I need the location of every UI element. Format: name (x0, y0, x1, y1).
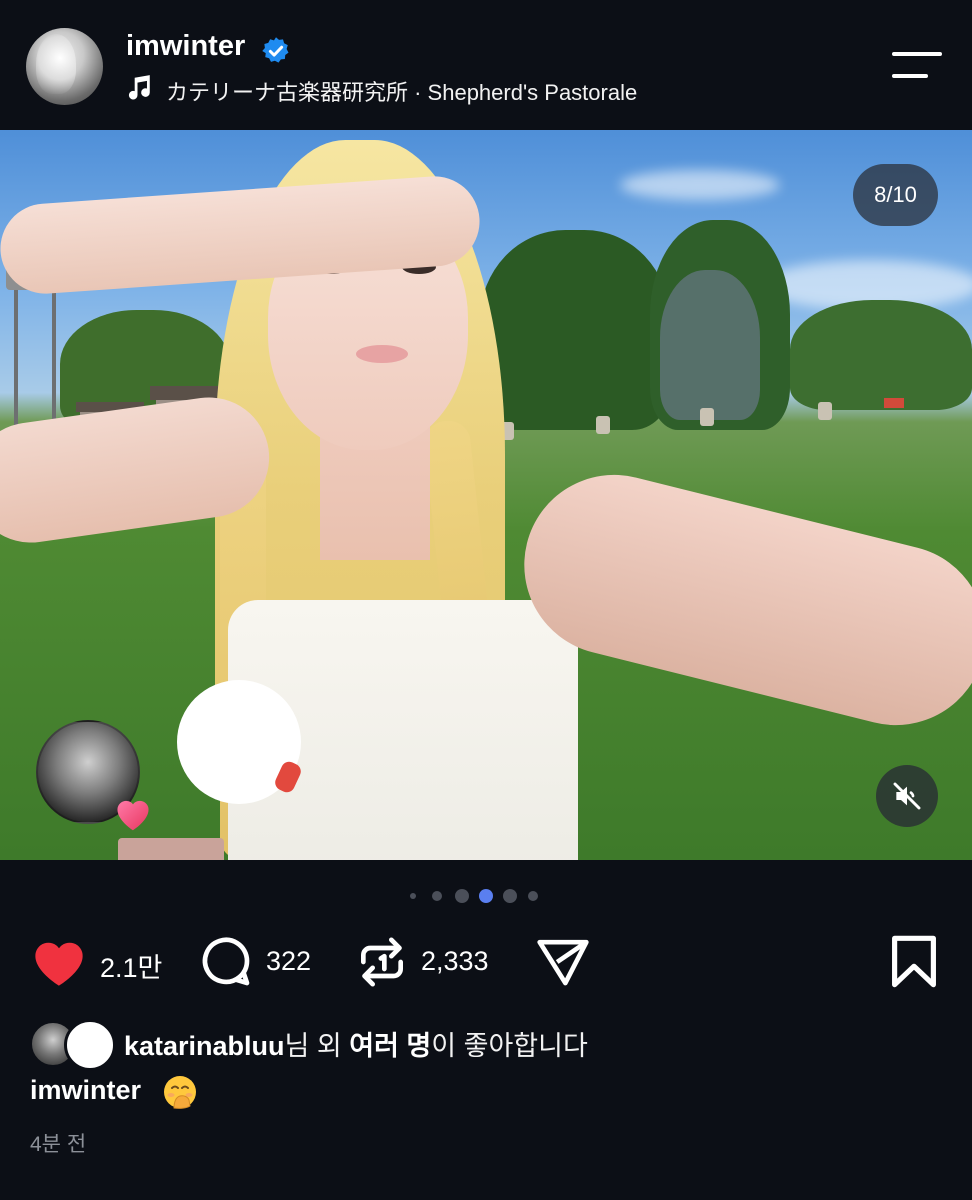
menu-line-icon (892, 52, 942, 56)
liked-by-summary[interactable]: katarinabluu님 외 여러 명이 좋아합니다 (124, 1024, 588, 1063)
carousel-dot (432, 891, 442, 901)
carousel-dot-active (479, 889, 493, 903)
repost-count[interactable]: 2,333 (421, 946, 489, 977)
barrel (818, 402, 832, 420)
menu-line-icon (892, 74, 928, 78)
carousel-dot (503, 889, 517, 903)
carousel-dot (455, 889, 469, 903)
tree (660, 270, 760, 420)
bookmark-button[interactable] (888, 934, 940, 990)
post-timestamp: 4분 전 (30, 1133, 87, 1156)
heart-icon (117, 800, 149, 831)
hand-over-mouth-emoji-icon (164, 1076, 196, 1109)
mute-icon (893, 782, 921, 810)
cloud (620, 170, 780, 200)
tree (480, 230, 670, 430)
comment-count[interactable]: 322 (266, 946, 311, 977)
share-button[interactable] (534, 934, 592, 990)
caption-username[interactable]: imwinter (30, 1075, 141, 1106)
carousel-counter: 8/10 (853, 164, 938, 226)
liked-by-middle: 님 외 (284, 1031, 350, 1061)
post-username[interactable]: imwinter (126, 30, 245, 63)
barrel (700, 408, 714, 426)
liked-by-user[interactable]: katarinabluu (124, 1031, 285, 1061)
comment-button[interactable] (198, 934, 254, 990)
carousel-dot (528, 891, 538, 901)
mute-button[interactable] (876, 765, 938, 827)
post-photo[interactable]: 8/10 (0, 130, 972, 860)
carousel-dots (0, 888, 972, 904)
tree (790, 300, 972, 410)
liked-by-others[interactable]: 여러 명 (349, 1031, 431, 1061)
person-mouth (356, 345, 408, 363)
verified-badge-icon (262, 37, 289, 63)
sticker (118, 838, 224, 860)
barrel (596, 416, 610, 434)
liked-by-suffix: 이 좋아합니다 (431, 1031, 588, 1061)
water-tower-leg (52, 290, 56, 430)
red-bench (884, 398, 904, 408)
water-tower-leg (14, 290, 18, 430)
like-count[interactable]: 2.1만 (100, 946, 162, 985)
liker-avatar-redacted[interactable] (64, 1019, 116, 1071)
carousel-dot (410, 893, 416, 899)
profile-avatar[interactable] (26, 28, 103, 105)
repost-button[interactable] (354, 934, 410, 990)
post-header: imwinter カテリーナ古楽器研究所 · Shepherd's Pastor… (0, 0, 972, 130)
music-note-icon (128, 75, 150, 100)
like-button[interactable] (30, 936, 88, 988)
menu-button[interactable] (892, 50, 944, 82)
music-track[interactable]: カテリーナ古楽器研究所 · Shepherd's Pastorale (166, 75, 637, 107)
